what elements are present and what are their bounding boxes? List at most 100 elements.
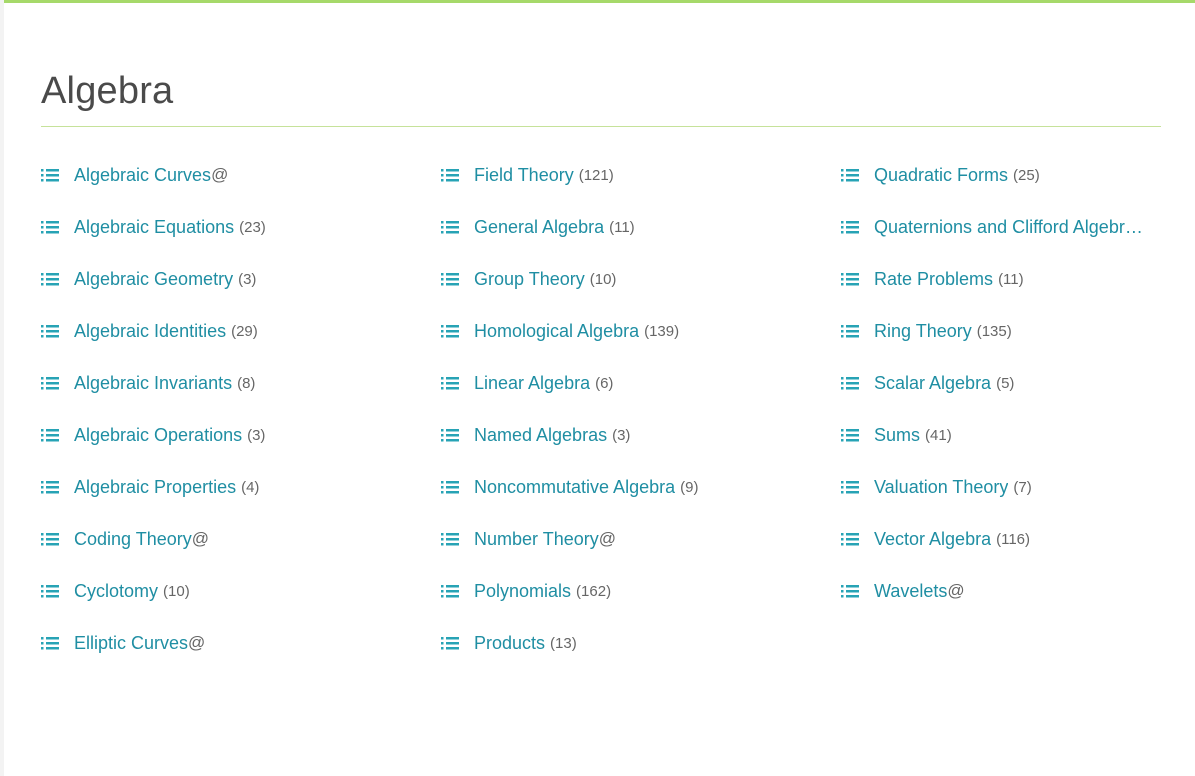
- list-icon: [441, 637, 459, 650]
- list-icon: [841, 377, 859, 390]
- external-marker: @: [947, 581, 965, 600]
- topic-link[interactable]: Algebraic Properties: [74, 477, 236, 498]
- topic-count: (3): [238, 270, 257, 288]
- topic-link[interactable]: Algebraic Invariants: [74, 373, 232, 394]
- topic-link[interactable]: Quaternions and Clifford Algebr…: [874, 217, 1143, 238]
- page-title: Algebra: [41, 70, 174, 112]
- list-icon: [841, 273, 859, 286]
- topic-list-item: Algebraic Properties (4): [41, 461, 431, 513]
- topic-list-item: Quadratic Forms (25): [841, 149, 1195, 201]
- topic-list-item: Quaternions and Clifford Algebr…: [841, 201, 1195, 253]
- topic-list-item: Products (13): [441, 617, 831, 669]
- list-icon: [841, 429, 859, 442]
- list-icon: [41, 169, 59, 182]
- topic-link[interactable]: Cyclotomy: [74, 581, 158, 602]
- topic-count: (116): [996, 530, 1030, 548]
- list-icon: [441, 169, 459, 182]
- topic-list-item: Named Algebras (3): [441, 409, 831, 461]
- topic-list-item: Homological Algebra (139): [441, 305, 831, 357]
- topic-link[interactable]: Homological Algebra: [474, 321, 639, 342]
- topic-list-item: Sums (41): [841, 409, 1195, 461]
- list-icon: [841, 481, 859, 494]
- topic-count: (135): [976, 322, 1012, 340]
- topic-link[interactable]: Sums: [874, 425, 920, 446]
- list-icon: [41, 585, 59, 598]
- topic-count: (3): [247, 426, 266, 444]
- external-marker: @: [598, 529, 616, 548]
- topic-count: (9): [680, 478, 699, 496]
- topic-list-item: Rate Problems (11): [841, 253, 1195, 305]
- list-icon: [441, 481, 459, 494]
- topic-link[interactable]: Algebraic Identities: [74, 321, 226, 342]
- list-icon: [441, 585, 459, 598]
- topic-link[interactable]: Named Algebras: [474, 425, 607, 446]
- topic-list-item: Noncommutative Algebra (9): [441, 461, 831, 513]
- page-container: Algebra Algebraic Curves @ Algebraic Equat…: [4, 0, 1195, 776]
- topic-link[interactable]: Algebraic Operations: [74, 425, 242, 446]
- topic-count: (5): [996, 374, 1015, 392]
- list-icon: [41, 221, 59, 234]
- topic-list-item: Wavelets @: [841, 565, 1195, 617]
- topic-count: (7): [1013, 478, 1032, 496]
- topic-link[interactable]: Products: [474, 633, 545, 654]
- list-icon: [41, 429, 59, 442]
- topic-link[interactable]: Ring Theory: [874, 321, 972, 342]
- topic-list-item: Algebraic Curves @: [41, 149, 431, 201]
- topic-list-item: Algebraic Operations (3): [41, 409, 431, 461]
- topic-list-item: Number Theory @: [441, 513, 831, 565]
- topic-link[interactable]: Algebraic Equations: [74, 217, 234, 238]
- list-icon: [41, 325, 59, 338]
- list-icon: [441, 221, 459, 234]
- topic-link[interactable]: Polynomials: [474, 581, 571, 602]
- topic-list-item: Algebraic Identities (29): [41, 305, 431, 357]
- topic-list-item: Linear Algebra (6): [441, 357, 831, 409]
- topic-list-item: Cyclotomy (10): [41, 565, 431, 617]
- topic-count: (11): [998, 270, 1024, 288]
- list-icon: [841, 585, 859, 598]
- topic-link[interactable]: Linear Algebra: [474, 373, 590, 394]
- topic-link[interactable]: Group Theory: [474, 269, 585, 290]
- list-icon: [841, 221, 859, 234]
- external-marker: @: [188, 633, 206, 652]
- topic-list-item: Group Theory (10): [441, 253, 831, 305]
- topic-link[interactable]: Wavelets: [874, 581, 947, 602]
- list-icon: [41, 533, 59, 546]
- title-divider: [41, 126, 1161, 127]
- topic-count: (25): [1013, 166, 1040, 184]
- topic-link[interactable]: Elliptic Curves: [74, 633, 188, 654]
- topic-list-item: Scalar Algebra (5): [841, 357, 1195, 409]
- topic-count: (23): [239, 218, 266, 236]
- topic-list-item: Algebraic Invariants (8): [41, 357, 431, 409]
- topic-count: (8): [237, 374, 256, 392]
- topic-list-item: General Algebra (11): [441, 201, 831, 253]
- topic-link[interactable]: Algebraic Geometry: [74, 269, 233, 290]
- topic-link[interactable]: General Algebra: [474, 217, 604, 238]
- topic-link[interactable]: Vector Algebra: [874, 529, 991, 550]
- topic-link[interactable]: Quadratic Forms: [874, 165, 1008, 186]
- topic-count: (6): [595, 374, 614, 392]
- list-icon: [441, 429, 459, 442]
- topic-link[interactable]: Noncommutative Algebra: [474, 477, 675, 498]
- topic-link[interactable]: Rate Problems: [874, 269, 993, 290]
- list-icon: [841, 533, 859, 546]
- list-icon: [441, 325, 459, 338]
- topic-link[interactable]: Field Theory: [474, 165, 574, 186]
- topic-count: (29): [231, 322, 258, 340]
- list-icon: [441, 533, 459, 546]
- topic-link[interactable]: Algebraic Curves: [74, 165, 211, 186]
- topic-link[interactable]: Number Theory: [474, 529, 599, 550]
- topic-link[interactable]: Coding Theory: [74, 529, 192, 550]
- topic-count: (4): [241, 478, 260, 496]
- topic-link[interactable]: Scalar Algebra: [874, 373, 991, 394]
- topic-count: (13): [550, 634, 577, 652]
- topic-list-item: Vector Algebra (116): [841, 513, 1195, 565]
- list-icon: [41, 377, 59, 390]
- topic-link[interactable]: Valuation Theory: [874, 477, 1008, 498]
- topic-count: (121): [578, 166, 614, 184]
- topic-list-item: Valuation Theory (7): [841, 461, 1195, 513]
- topic-count: (10): [589, 270, 617, 288]
- topic-count: (139): [644, 322, 680, 340]
- list-icon: [441, 273, 459, 286]
- topic-list-item: Field Theory (121): [441, 149, 831, 201]
- topic-count: (11): [609, 218, 635, 236]
